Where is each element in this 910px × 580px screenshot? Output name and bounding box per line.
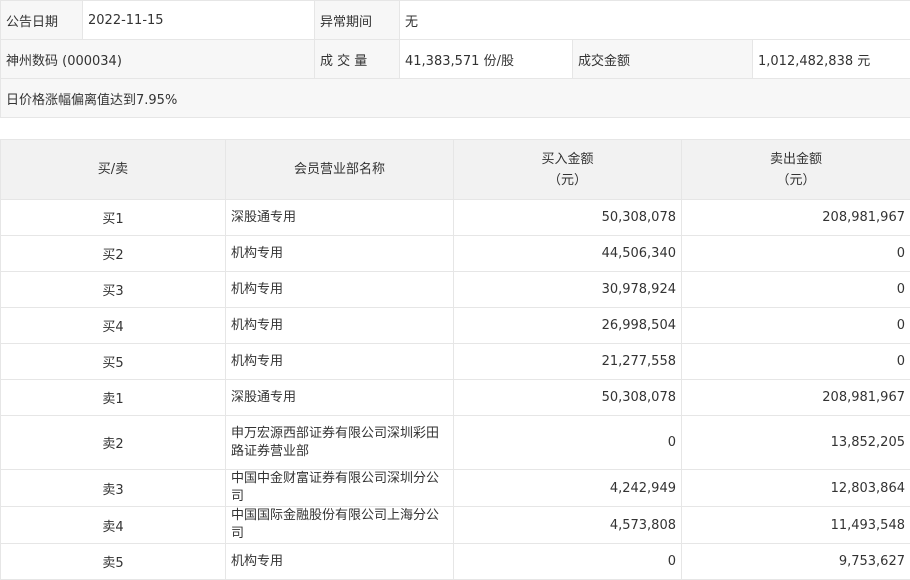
row-branch: 深股通专用: [226, 380, 454, 416]
row-buy-amount: 44,506,340: [454, 236, 682, 272]
table-row: 卖3 中国中金财富证券有限公司深圳分公司 4,242,949 12,803,86…: [1, 470, 910, 507]
row-buy-amount: 30,978,924: [454, 272, 682, 308]
row-branch: 中国中金财富证券有限公司深圳分公司: [226, 470, 454, 507]
volume-label: 成 交 量: [315, 40, 400, 79]
row-branch: 中国国际金融股份有限公司上海分公司: [226, 507, 454, 544]
row-branch: 深股通专用: [226, 200, 454, 236]
table-row: 买5 机构专用 21,277,558 0: [1, 344, 910, 380]
table-header-row: 买/卖 会员营业部名称 买入金额（元） 卖出金额（元）: [1, 140, 910, 200]
row-sell-amount: 13,852,205: [682, 416, 910, 470]
table-row: 卖1 深股通专用 50,308,078 208,981,967: [1, 380, 910, 416]
row-branch: 申万宏源西部证券有限公司深圳彩田路证券营业部: [226, 416, 454, 470]
row-sell-amount: 0: [682, 272, 910, 308]
row-sell-amount: 9,753,627: [682, 544, 910, 580]
row-side: 买5: [1, 344, 226, 380]
row-sell-amount: 12,803,864: [682, 470, 910, 507]
table-row: 买3 机构专用 30,978,924 0: [1, 272, 910, 308]
row-side: 卖5: [1, 544, 226, 580]
header-branch: 会员营业部名称: [226, 140, 454, 200]
header-buy-amount: 买入金额（元）: [454, 140, 682, 200]
row-buy-amount: 0: [454, 544, 682, 580]
header-sell-amount: 卖出金额（元）: [682, 140, 910, 200]
table-row: 卖4 中国国际金融股份有限公司上海分公司 4,573,808 11,493,54…: [1, 507, 910, 544]
row-buy-amount: 21,277,558: [454, 344, 682, 380]
row-buy-amount: 4,242,949: [454, 470, 682, 507]
abnormal-period-label: 异常期间: [315, 1, 400, 40]
row-side: 买4: [1, 308, 226, 344]
row-sell-amount: 0: [682, 308, 910, 344]
row-side: 卖3: [1, 470, 226, 507]
row-sell-amount: 11,493,548: [682, 507, 910, 544]
row-side: 卖4: [1, 507, 226, 544]
row-buy-amount: 50,308,078: [454, 200, 682, 236]
abnormal-reason: 日价格涨幅偏离值达到7.95%: [1, 79, 910, 118]
row-side: 买1: [1, 200, 226, 236]
amount-label: 成交金额: [573, 40, 753, 79]
row-sell-amount: 208,981,967: [682, 200, 910, 236]
table-row: 卖2 申万宏源西部证券有限公司深圳彩田路证券营业部 0 13,852,205: [1, 416, 910, 470]
stock-name-code: 神州数码 (000034): [1, 40, 315, 79]
table-row: 买1 深股通专用 50,308,078 208,981,967: [1, 200, 910, 236]
row-branch: 机构专用: [226, 344, 454, 380]
row-side: 卖1: [1, 380, 226, 416]
table-row: 买2 机构专用 44,506,340 0: [1, 236, 910, 272]
info-row-stock: 神州数码 (000034) 成 交 量 41,383,571 份/股 成交金额 …: [1, 40, 910, 79]
volume-value: 41,383,571 份/股: [400, 40, 573, 79]
table-row: 买4 机构专用 26,998,504 0: [1, 308, 910, 344]
row-sell-amount: 0: [682, 236, 910, 272]
info-row-date: 公告日期 2022-11-15 异常期间 无: [1, 1, 910, 40]
row-sell-amount: 208,981,967: [682, 380, 910, 416]
row-buy-amount: 4,573,808: [454, 507, 682, 544]
row-branch: 机构专用: [226, 272, 454, 308]
row-side: 买3: [1, 272, 226, 308]
announcement-info-table: 公告日期 2022-11-15 异常期间 无 神州数码 (000034) 成 交…: [0, 0, 910, 118]
trading-details-table: 买/卖 会员营业部名称 买入金额（元） 卖出金额（元） 买1 深股通专用 50,…: [0, 139, 910, 580]
row-buy-amount: 0: [454, 416, 682, 470]
row-branch: 机构专用: [226, 236, 454, 272]
row-buy-amount: 26,998,504: [454, 308, 682, 344]
table-row: 卖5 机构专用 0 9,753,627: [1, 544, 910, 580]
section-gap: [0, 118, 910, 139]
info-row-reason: 日价格涨幅偏离值达到7.95%: [1, 79, 910, 118]
row-buy-amount: 50,308,078: [454, 380, 682, 416]
row-branch: 机构专用: [226, 308, 454, 344]
row-side: 买2: [1, 236, 226, 272]
announcement-date-label: 公告日期: [1, 1, 83, 40]
amount-value: 1,012,482,838 元: [753, 40, 910, 79]
row-sell-amount: 0: [682, 344, 910, 380]
announcement-date-value: 2022-11-15: [83, 1, 315, 40]
row-side: 卖2: [1, 416, 226, 470]
abnormal-period-value: 无: [400, 1, 910, 40]
row-branch: 机构专用: [226, 544, 454, 580]
header-side: 买/卖: [1, 140, 226, 200]
